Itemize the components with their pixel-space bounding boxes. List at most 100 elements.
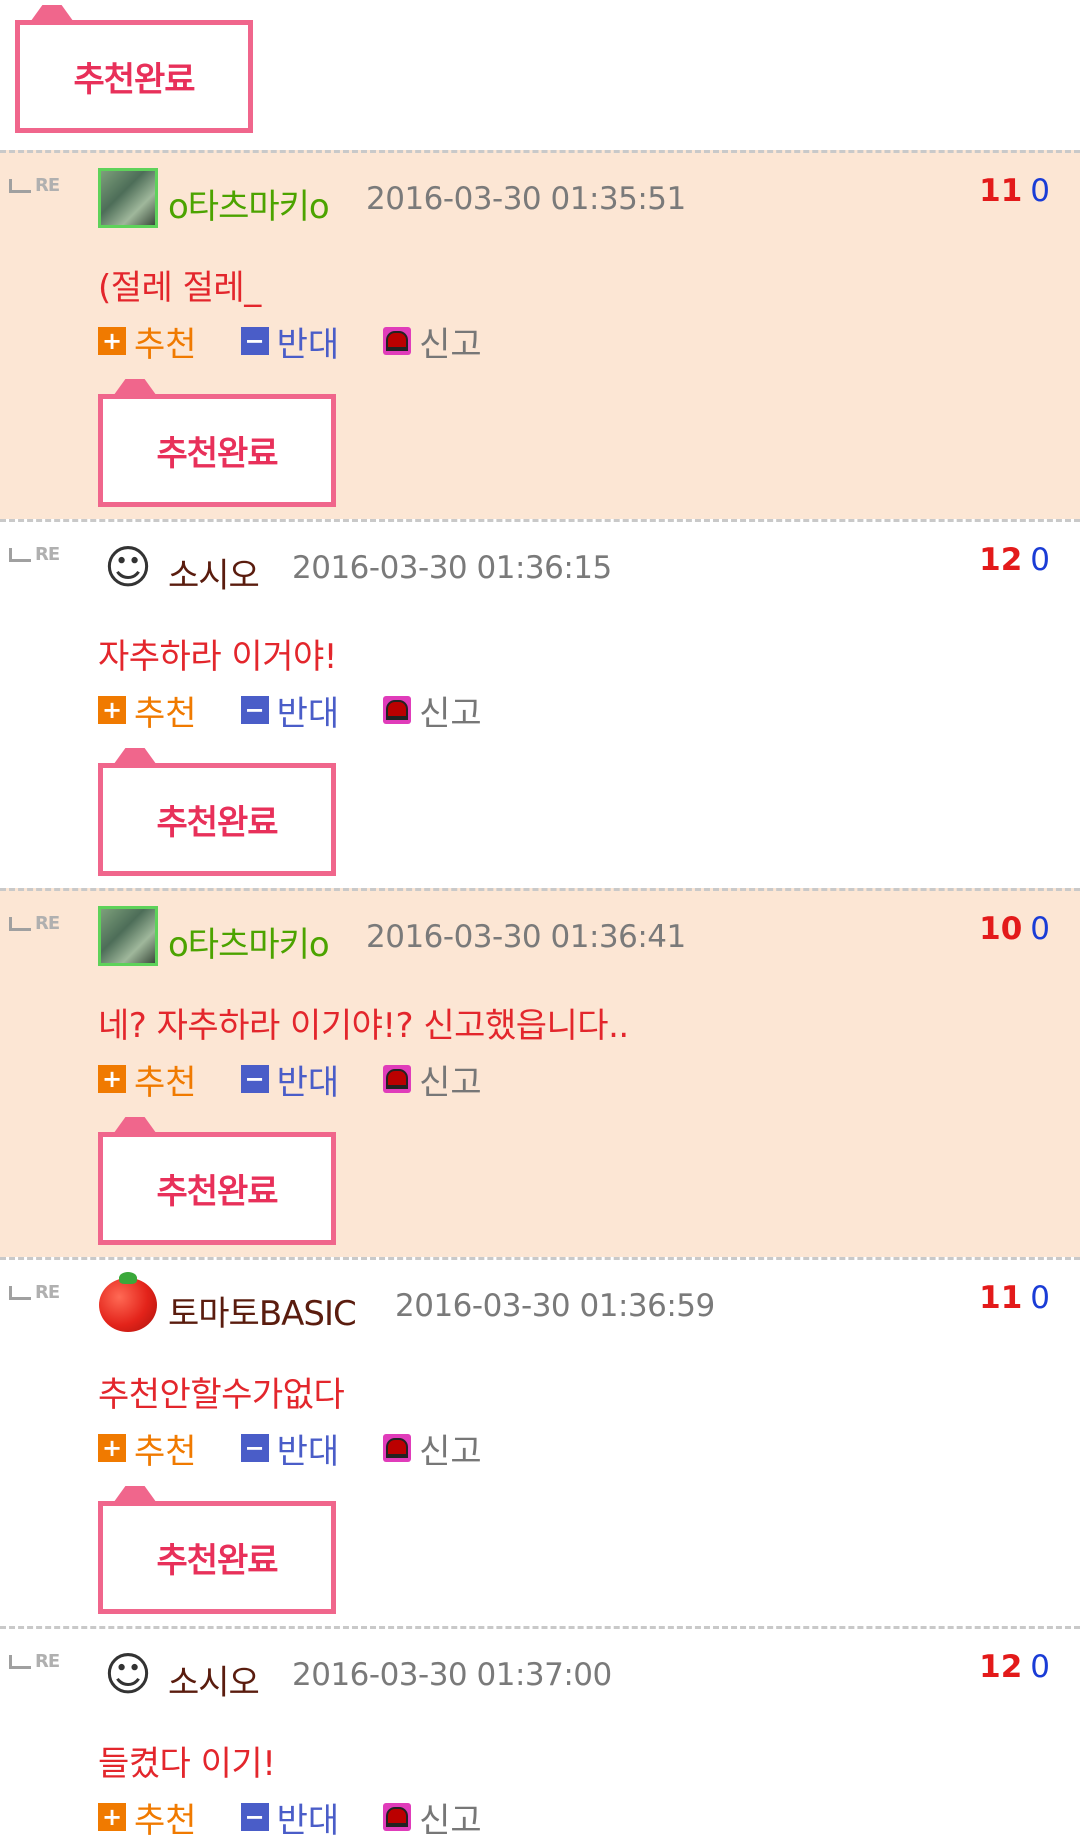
comment-actions: + 추천 − 반대 신고 [98,1059,526,1103]
graduate-avatar[interactable]: ☺ [98,537,158,597]
upvote-count: 12 [979,542,1023,578]
done-box-tab [111,1117,159,1137]
comment-actions: + 추천 − 반대 신고 [98,1797,526,1841]
minus-icon: − [240,1803,269,1831]
recommend-button[interactable]: + 추천 [98,317,197,366]
siren-icon [383,1434,412,1462]
oppose-button[interactable]: − 반대 [240,686,339,735]
comment-date: 2016-03-30 01:35:51 [366,181,686,217]
graduate-avatar[interactable]: ☺ [98,1644,158,1704]
upvote-count: 10 [979,911,1023,947]
plus-icon: + [98,327,126,355]
downvote-count: 0 [1030,1280,1050,1316]
done-box-tab [28,5,76,25]
reply-arrow-icon [9,1286,31,1300]
done-box-tab [111,379,159,399]
comment-text: 들켰다 이기! [98,1744,276,1784]
plus-icon: + [98,1434,126,1462]
comment-author[interactable]: o타츠마키o [168,917,330,966]
reply-indicator: RE [9,1282,60,1303]
siren-icon [383,1803,412,1831]
oppose-button[interactable]: − 반대 [240,1793,339,1842]
siren-icon [383,696,412,724]
recommend-button[interactable]: + 추천 [98,1424,197,1473]
plus-icon: + [98,696,126,724]
oppose-button[interactable]: − 반대 [240,317,339,366]
vote-counts: 12 0 [979,542,1050,578]
recommend-done-box: 추천완료 [98,1486,336,1614]
comment-text: 자추하라 이거야! [98,637,337,677]
comment-date: 2016-03-30 01:37:00 [292,1657,612,1693]
comment-actions: + 추천 − 반대 신고 [98,1428,526,1472]
downvote-count: 0 [1030,1649,1050,1685]
report-button[interactable]: 신고 [383,317,482,366]
comment-author[interactable]: 소시오 [168,1655,260,1704]
report-button[interactable]: 신고 [383,1055,482,1104]
reply-arrow-icon [9,548,31,562]
comment-item: RE o타츠마키o 2016-03-30 01:36:41 10 0 네? 자추하… [0,888,1080,1257]
minus-icon: − [240,1065,269,1093]
previous-comment-tail: 추천완료 [0,0,1080,150]
recommend-button[interactable]: + 추천 [98,686,197,735]
comment-actions: + 추천 − 반대 신고 [98,321,526,365]
recommend-button[interactable]: + 추천 [98,1055,197,1104]
kid-avatar[interactable] [98,168,158,228]
reply-indicator: RE [9,1651,60,1672]
comment-date: 2016-03-30 01:36:59 [395,1288,715,1324]
comment-text: 추천안할수가없다 [98,1375,345,1415]
oppose-button[interactable]: − 반대 [240,1424,339,1473]
done-box-tab [111,1486,159,1506]
recommend-done-box: 추천완료 [98,379,336,507]
comment-date: 2016-03-30 01:36:15 [292,550,612,586]
plus-icon: + [98,1065,126,1093]
kid-avatar[interactable] [98,906,158,966]
reply-arrow-icon [9,1655,31,1669]
recommend-button[interactable]: + 추천 [98,1793,197,1842]
reply-indicator: RE [9,175,60,196]
report-button[interactable]: 신고 [383,686,482,735]
vote-counts: 12 0 [979,1649,1050,1685]
upvote-count: 12 [979,1649,1023,1685]
recommend-done-label: 추천완료 [156,434,278,474]
recommend-done-label: 추천완료 [156,1541,278,1581]
comment-item: RE o타츠마키o 2016-03-30 01:35:51 11 0 (절레 절레… [0,150,1080,519]
recommend-done-box: 추천완료 [15,5,253,133]
downvote-count: 0 [1030,542,1050,578]
minus-icon: − [240,696,269,724]
reply-arrow-icon [9,179,31,193]
report-button[interactable]: 신고 [383,1793,482,1842]
comment-item: RE 토마토BASIC 2016-03-30 01:36:59 11 0 추천안할… [0,1257,1080,1626]
comment-author[interactable]: 소시오 [168,548,260,597]
recommend-done-box: 추천완료 [98,748,336,876]
comment-author[interactable]: 토마토BASIC [168,1286,357,1335]
recommend-done-label: 추천완료 [156,803,278,843]
done-box-tab [111,748,159,768]
tomato-avatar[interactable] [98,1272,158,1335]
comment-item: RE ☺ 소시오 2016-03-30 01:36:15 12 0 자추하라 이거… [0,519,1080,888]
oppose-button[interactable]: − 반대 [240,1055,339,1104]
reply-arrow-icon [9,917,31,931]
reply-indicator: RE [9,913,60,934]
comment-item: RE ☺ 소시오 2016-03-30 01:37:00 12 0 들켰다 이기!… [0,1626,1080,1845]
comment-text: (절레 절레_ [98,268,261,308]
report-button[interactable]: 신고 [383,1424,482,1473]
vote-counts: 11 0 [979,1280,1050,1316]
recommend-done-label: 추천완료 [156,1172,278,1212]
comment-date: 2016-03-30 01:36:41 [366,919,686,955]
comment-actions: + 추천 − 반대 신고 [98,690,526,734]
minus-icon: − [240,327,269,355]
vote-counts: 11 0 [979,173,1050,209]
recommend-done-label: 추천완료 [73,60,195,100]
upvote-count: 11 [979,1280,1023,1316]
comment-text: 네? 자추하라 이기야!? 신고했읍니다.. [98,1006,629,1046]
comment-author[interactable]: o타츠마키o [168,179,330,228]
siren-icon [383,1065,412,1093]
downvote-count: 0 [1030,911,1050,947]
minus-icon: − [240,1434,269,1462]
downvote-count: 0 [1030,173,1050,209]
recommend-done-box: 추천완료 [98,1117,336,1245]
siren-icon [383,327,412,355]
comment-page: 추천완료 RE o타츠마키o 2016-03-30 01:35:51 11 0 (… [0,0,1080,1845]
upvote-count: 11 [979,173,1023,209]
reply-indicator: RE [9,544,60,565]
